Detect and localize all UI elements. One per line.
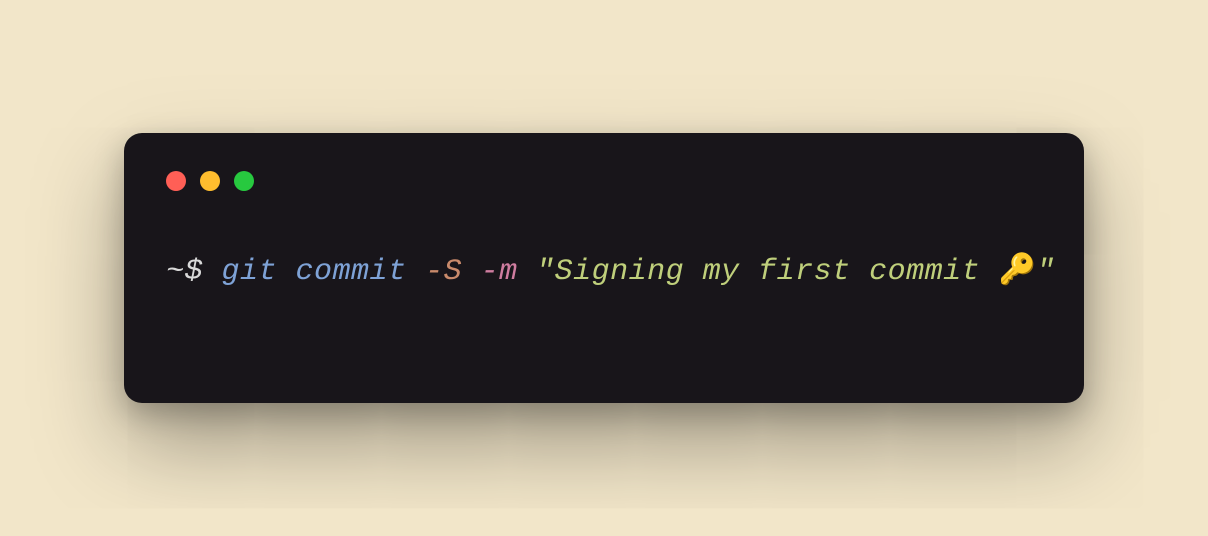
git-command: git commit: [222, 255, 426, 289]
key-icon: 🔑: [999, 255, 1037, 289]
commit-message: "Signing my first commit 🔑": [536, 255, 1055, 289]
flag-sign: -S: [425, 255, 481, 289]
close-icon[interactable]: [166, 171, 186, 191]
minimize-icon[interactable]: [200, 171, 220, 191]
command-line[interactable]: ~$ git commit -S -m "Signing my first co…: [166, 251, 1042, 293]
maximize-icon[interactable]: [234, 171, 254, 191]
terminal-window: ~$ git commit -S -m "Signing my first co…: [124, 133, 1084, 403]
flag-message: -m: [481, 255, 537, 289]
traffic-lights: [166, 171, 1042, 191]
shell-prompt: ~$: [166, 255, 222, 289]
